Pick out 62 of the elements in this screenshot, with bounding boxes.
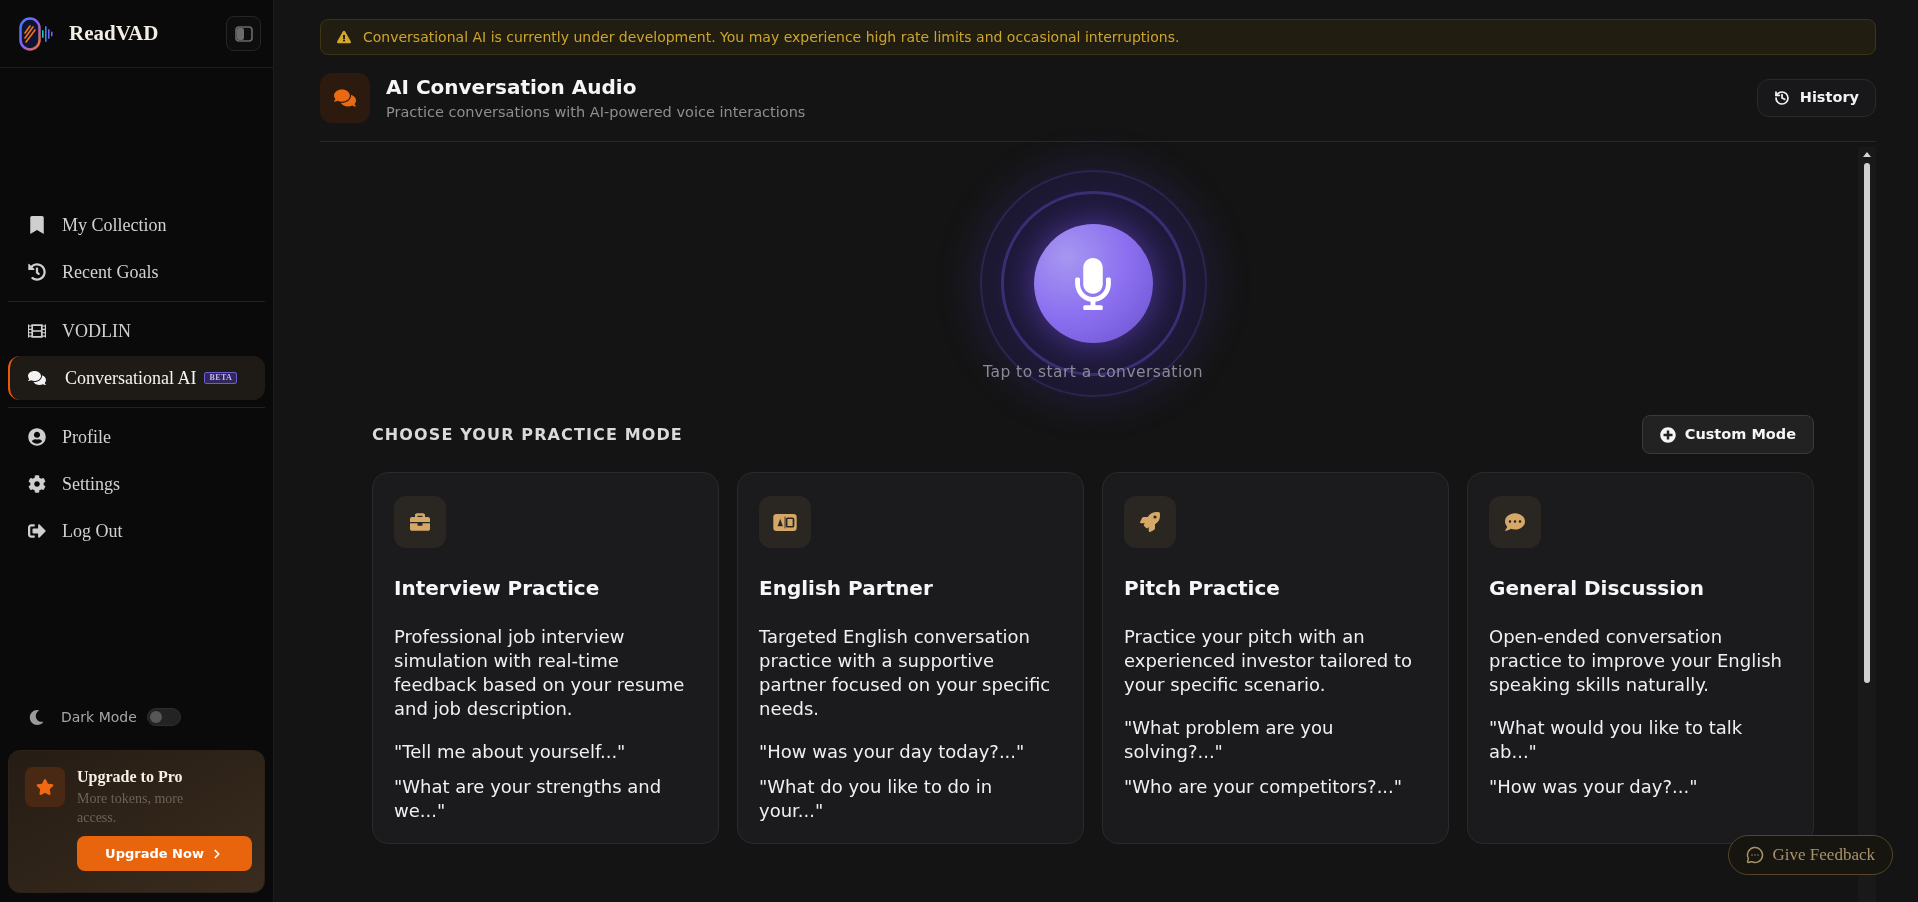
mode-card[interactable]: English Partner Targeted English conversation practice with a supportive partner focused on your specific needs. "How was your day today?..." "What do you like to do in your..." [737,472,1084,844]
mode-description: Targeted English conversation practice with a supportive partner focused on your specific needs. [759,625,1052,721]
mode-card[interactable]: General Discussion Open-ended conversation practice to improve your English speaking skills naturally. "What would you like to talk ab..." "How was your day?..." [1467,472,1814,844]
mode-title: English Partner [759,575,934,602]
clock-history-icon [28,263,46,281]
rocket-icon [1124,496,1176,548]
example-prompt: "What do you like to do in your..." [759,775,994,823]
sidebar-item[interactable]: My Collection [8,203,265,247]
chat-dots-icon [1745,846,1764,864]
brand-name: ReadVAD [69,19,159,47]
mode-description: Professional job interview simulation with real-time feedback based on your resume and job description. [394,625,686,721]
example-prompt: "How was your day?..." [1489,775,1699,799]
sidebar-item[interactable]: Conversational AI BETA [8,356,265,400]
sidebar-item[interactable]: Profile [8,415,265,459]
mode-description: Practice your pitch with an experienced investor tailored to your specific scenario. [1124,625,1414,697]
microphone-icon [1075,257,1111,310]
logo-icon [19,16,53,51]
sidebar-item[interactable]: Settings [8,462,265,506]
film-icon [28,322,46,340]
scroll-up-arrow-icon[interactable] [1863,152,1871,157]
dark-mode-toggle[interactable] [146,708,181,726]
mode-title: Pitch Practice [1124,575,1281,602]
mode-card[interactable]: Pitch Practice Practice your pitch with an experienced investor tailored to your specific scenario. "What problem are you solving?..." "Who are your competitors?..." [1102,472,1449,844]
sidebar-toggle-button[interactable] [226,16,261,51]
sidebar-item[interactable]: VODLIN [8,309,265,353]
custom-mode-button[interactable]: Custom Mode [1641,415,1814,454]
example-prompt: "What problem are you solving?..." [1124,716,1335,764]
mode-title: Interview Practice [394,575,601,602]
upgrade-title: Upgrade to Pro [77,767,184,787]
page-title: AI Conversation Audio [386,74,638,100]
mic-hint: Tap to start a conversation [983,363,1203,381]
bookmark-icon [28,216,46,234]
settings-icon [28,475,46,493]
panel-icon [234,25,253,42]
warning-icon [337,30,351,44]
speech-bubble-icon [1489,496,1541,548]
page-subtitle: Practice conversations with AI-powered voice interactions [386,103,806,122]
feedback-button[interactable]: Give Feedback [1727,835,1893,875]
example-prompt: "Who are your competitors?..." [1124,775,1404,799]
sidebar-item[interactable]: Log Out [8,509,265,553]
history-button[interactable]: History [1756,79,1876,117]
briefcase-icon [394,496,446,548]
example-prompt: "What would you like to talk ab..." [1489,716,1744,764]
scrollbar-thumb[interactable] [1864,163,1870,683]
example-prompt: "How was your day today?..." [759,740,1026,764]
history-icon [1773,90,1790,106]
logout-icon [28,522,46,540]
moon-icon [29,709,44,725]
section-heading: CHOOSE YOUR PRACTICE MODE [372,423,683,446]
mode-description: Open-ended conversation practice to improve your English speaking skills naturally. [1489,625,1783,697]
upgrade-text: More tokens, more access. [77,790,185,827]
mode-title: General Discussion [1489,575,1706,602]
chat-bubbles-icon [28,369,46,387]
example-prompt: "What are your strengths and we..." [394,775,663,823]
example-prompt: "Tell me about yourself..." [394,740,627,764]
warning-text: Conversational AI is currently under development. You may experience high rate limits and occasional interruptions. [363,27,1180,47]
sidebar-item[interactable]: Recent Goals [8,250,265,294]
chat-bubbles-icon [320,73,370,123]
beta-badge: BETA [204,372,238,384]
translate-icon [759,496,811,548]
dark-mode-label: Dark Mode [61,707,137,727]
mode-card[interactable]: Interview Practice Professional job interview simulation with real-time feedback based on your resume and job description. "Tell me about yourself..." "What are your strengths and we..." [372,472,719,844]
